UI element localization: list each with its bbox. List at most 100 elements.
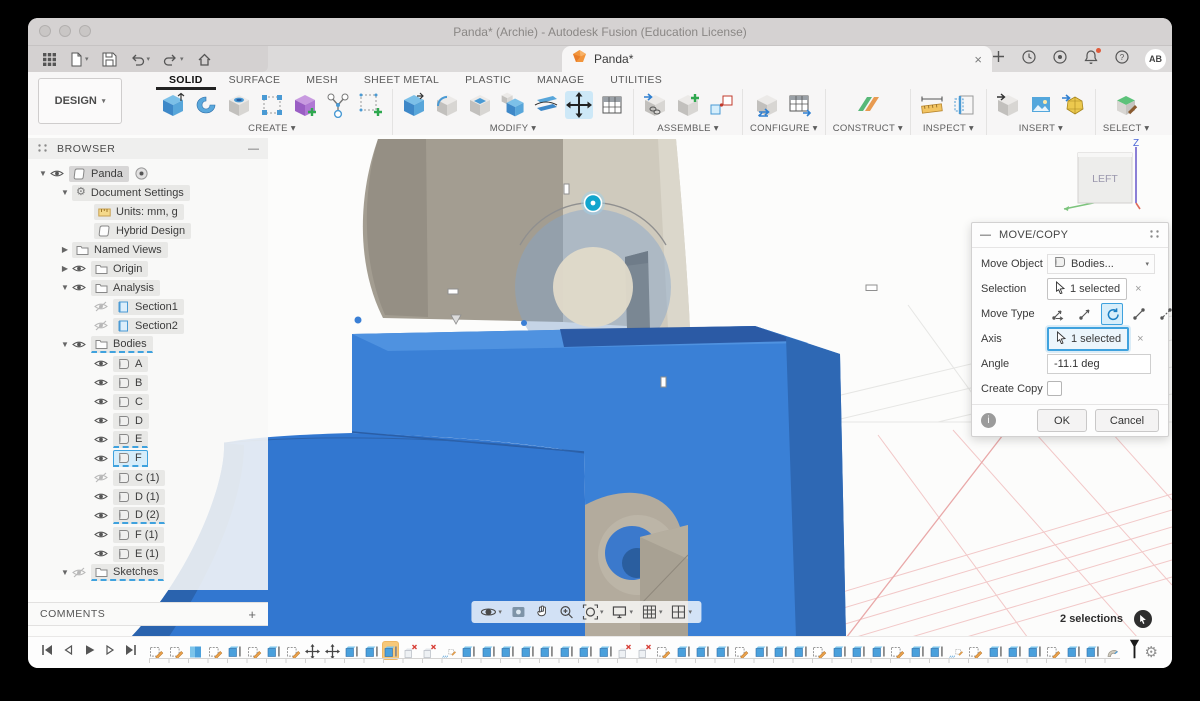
section-analysis-tool-icon[interactable] xyxy=(951,91,979,119)
move-type-point-to-point-icon[interactable] xyxy=(1128,303,1150,325)
visibility-eye-icon[interactable] xyxy=(72,282,91,293)
tab-close-icon[interactable]: × xyxy=(974,52,982,67)
tree-item-d-2-[interactable]: D (2) xyxy=(28,506,268,525)
timeline-feature-solid[interactable] xyxy=(1007,642,1022,659)
tree-item-c[interactable]: C xyxy=(28,392,268,411)
timeline-feature-move[interactable] xyxy=(305,642,320,659)
timeline-feature-solid[interactable] xyxy=(929,642,944,659)
zoom-tool-icon[interactable] xyxy=(558,604,574,620)
selection-chip[interactable]: 1 selected xyxy=(1047,277,1128,300)
tree-item-chip[interactable]: ⚙ Document Settings xyxy=(72,184,190,201)
timeline-feature-solid[interactable] xyxy=(871,642,886,659)
combine-tool-icon[interactable] xyxy=(499,91,527,119)
timeline-feature-sketch[interactable] xyxy=(890,642,905,659)
timeline-feature-sketch[interactable] xyxy=(948,642,964,659)
user-avatar[interactable]: AB xyxy=(1145,48,1166,70)
tree-item-b[interactable]: B xyxy=(28,373,268,392)
timeline-feature-sketch[interactable] xyxy=(286,642,301,659)
group-label[interactable]: CONFIGURE ▾ xyxy=(750,123,818,134)
group-label[interactable]: MODIFY ▾ xyxy=(490,123,537,134)
visibility-eye-off-icon[interactable] xyxy=(94,301,113,312)
tree-item-chip[interactable]: D (2) xyxy=(113,507,166,524)
press-pull-tool-icon[interactable] xyxy=(400,91,428,119)
tree-item-chip[interactable]: Origin xyxy=(91,260,149,277)
timeline-feature-sketch[interactable] xyxy=(968,642,983,659)
move-object-dropdown[interactable]: Bodies... ▾ xyxy=(1047,253,1155,274)
timeline-feature-sketch[interactable] xyxy=(656,642,671,659)
timeline-feature-solid[interactable] xyxy=(715,642,730,659)
create-copy-checkbox[interactable] xyxy=(1047,381,1062,396)
visibility-eye-icon[interactable] xyxy=(94,491,113,502)
help-icon[interactable]: ? xyxy=(1114,49,1130,70)
file-icon[interactable]: ▾ xyxy=(70,52,89,67)
timeline-feature-sketch[interactable] xyxy=(169,642,184,659)
tree-item-chip[interactable]: B xyxy=(113,374,149,391)
ribbon-tab-surface[interactable]: SURFACE xyxy=(216,72,294,90)
timeline-feature-solid[interactable] xyxy=(793,642,808,659)
collapse-panel-icon[interactable]: — xyxy=(248,143,259,155)
visibility-eye-icon[interactable] xyxy=(94,434,113,445)
tree-item-chip[interactable]: C xyxy=(113,393,149,410)
tree-item-analysis[interactable]: ▼ Analysis xyxy=(28,278,268,297)
timeline-feature-solid[interactable] xyxy=(578,642,593,659)
group-label[interactable]: INSERT ▾ xyxy=(1019,123,1063,134)
timeline-feature-solid[interactable] xyxy=(676,642,691,659)
app-grid-icon[interactable] xyxy=(42,52,57,67)
tree-item-chip[interactable]: Analysis xyxy=(91,279,160,296)
tree-item-document-settings[interactable]: ▼ ⚙ Document Settings xyxy=(28,183,268,202)
collapse-dialog-icon[interactable]: — xyxy=(980,229,991,241)
timeline-feature-sketch[interactable] xyxy=(734,642,749,659)
timeline-feature-solid[interactable] xyxy=(364,642,379,659)
timeline-feature-solid[interactable] xyxy=(266,642,281,659)
visibility-eye-icon[interactable] xyxy=(94,415,113,426)
timeline-feature-solid[interactable] xyxy=(461,642,476,659)
visibility-eye-icon[interactable] xyxy=(72,339,91,350)
status-icon[interactable] xyxy=(1052,49,1068,70)
timeline-feature-suppressed[interactable] xyxy=(617,642,632,659)
redo-icon[interactable]: ▾ xyxy=(163,52,184,67)
timeline-feature-revolve[interactable] xyxy=(1105,642,1120,659)
timeline-feature-solid[interactable] xyxy=(227,642,242,659)
timeline-go-to-start-button[interactable] xyxy=(40,643,54,662)
document-tab[interactable]: Panda* × xyxy=(562,46,992,72)
derive-tool-icon[interactable] xyxy=(994,91,1022,119)
cancel-button[interactable]: Cancel xyxy=(1095,409,1159,432)
fit-tool-icon[interactable]: ▾ xyxy=(582,604,603,620)
tree-item-section1[interactable]: Section1 xyxy=(28,297,268,316)
ribbon-tab-utilities[interactable]: UTILITIES xyxy=(597,72,675,90)
timeline-feature-solid[interactable] xyxy=(754,642,769,659)
timeline-feature-solid[interactable] xyxy=(773,642,788,659)
timeline-feature-suppressed[interactable] xyxy=(422,642,437,659)
tree-item-chip[interactable]: A xyxy=(113,355,149,372)
shell-tool-icon[interactable] xyxy=(466,91,494,119)
visibility-eye-off-icon[interactable] xyxy=(94,472,113,483)
timeline-step-back-button[interactable] xyxy=(61,643,75,662)
angle-input[interactable] xyxy=(1047,353,1151,374)
joint-tool-icon[interactable] xyxy=(707,91,735,119)
clear-selection-icon[interactable]: × xyxy=(1135,283,1141,295)
timeline-feature-solid[interactable] xyxy=(832,642,847,659)
tree-item-chip[interactable]: F xyxy=(113,450,148,467)
create-sketch-tool-icon[interactable] xyxy=(357,91,385,119)
params-tool-icon[interactable] xyxy=(598,91,626,119)
timeline-feature-sketch[interactable] xyxy=(208,642,223,659)
timeline-go-to-end-button[interactable] xyxy=(124,643,138,662)
chevron-down-icon[interactable]: ▼ xyxy=(58,188,72,197)
select-tool-icon[interactable] xyxy=(1112,91,1140,119)
fillet-tool-icon[interactable] xyxy=(433,91,461,119)
group-label[interactable]: ASSEMBLE ▾ xyxy=(657,123,719,134)
timeline-play-button[interactable] xyxy=(82,643,96,662)
look-at-tool-icon[interactable] xyxy=(510,604,526,620)
timeline-feature-suppressed[interactable] xyxy=(403,642,418,659)
visibility-eye-icon[interactable] xyxy=(94,358,113,369)
tree-item-units-mm-g[interactable]: Units: mm, g xyxy=(28,202,268,221)
tree-item-chip[interactable]: Hybrid Design xyxy=(94,222,192,239)
timeline-feature-solid[interactable] xyxy=(539,642,554,659)
visibility-eye-icon[interactable] xyxy=(94,510,113,521)
plus-icon[interactable] xyxy=(991,49,1006,69)
tree-item-hybrid-design[interactable]: Hybrid Design xyxy=(28,221,268,240)
viewports-tool-icon[interactable]: ▾ xyxy=(670,604,692,620)
grid-tool-icon[interactable]: ▾ xyxy=(641,604,662,620)
ribbon-tab-manage[interactable]: MANAGE xyxy=(524,72,597,90)
tree-item-d[interactable]: D xyxy=(28,411,268,430)
